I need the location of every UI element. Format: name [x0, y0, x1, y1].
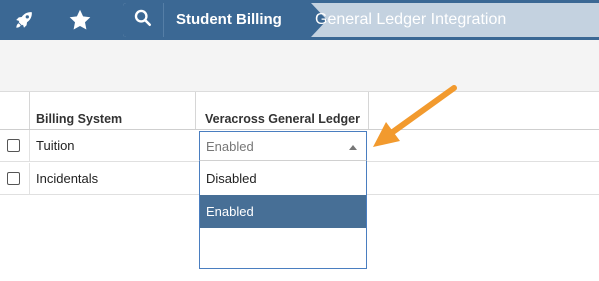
cell-divider [29, 130, 30, 161]
page-title: General Ledger Integration [315, 11, 507, 28]
option-disabled[interactable]: Disabled [200, 162, 366, 195]
row-checkbox[interactable] [7, 139, 20, 152]
breadcrumb-search-button[interactable] [123, 3, 163, 37]
column-divider [368, 92, 369, 130]
column-divider [29, 92, 30, 130]
row-label: Tuition [36, 138, 75, 153]
breadcrumb: Student Billing General Ledger Integrati… [123, 3, 599, 37]
option-enabled[interactable]: Enabled [200, 195, 366, 228]
breadcrumb-item-student-billing[interactable]: Student Billing [163, 3, 327, 37]
cell-divider [29, 163, 30, 194]
rocket-icon[interactable] [6, 0, 42, 40]
select-dropdown-list: Disabled Enabled [199, 160, 367, 269]
general-ledger-select[interactable]: Enabled [199, 131, 367, 160]
select-current-value: Enabled [206, 139, 254, 154]
column-header-veracross-general-ledger[interactable]: Veracross General Ledger [205, 112, 360, 126]
breadcrumb-parent-label: Student Billing [176, 11, 282, 28]
column-divider [195, 92, 196, 130]
row-label: Incidentals [36, 171, 99, 186]
star-icon[interactable] [62, 0, 98, 40]
toolbar-area [0, 40, 599, 92]
caret-up-icon[interactable] [349, 145, 357, 150]
row-checkbox[interactable] [7, 172, 20, 185]
column-header-billing-system[interactable]: Billing System [36, 112, 122, 126]
search-icon [134, 9, 152, 32]
top-navigation-bar: Student Billing General Ledger Integrati… [0, 0, 599, 40]
